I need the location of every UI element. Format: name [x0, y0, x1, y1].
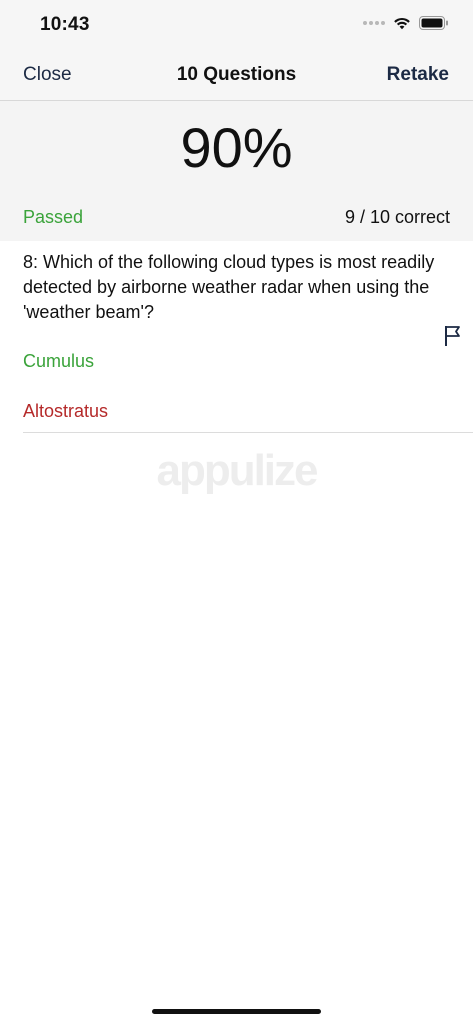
appulize-watermark: appulize [156, 446, 318, 495]
signal-icon [363, 21, 385, 25]
score-percentage: 90% [180, 116, 293, 179]
wifi-icon [394, 17, 410, 30]
quiz-results-screen: 10:43 Close 10 Questions Retake 90% Pass… [0, 0, 473, 1024]
correct-count-label: 9 / 10 correct [344, 207, 450, 227]
selected-wrong-answer: Altostratus [23, 401, 109, 421]
status-time: 10:43 [40, 14, 90, 35]
status-bar: 10:43 [0, 0, 473, 50]
status-icons [363, 16, 449, 30]
navigation-bar: Close 10 Questions Retake [0, 50, 473, 101]
home-indicator[interactable] [152, 1009, 321, 1014]
divider [23, 432, 473, 433]
question-text: 8: Which of the following cloud types is… [23, 252, 435, 322]
correct-answer: Cumulus [23, 351, 95, 371]
score-header: 90% Passed 9 / 10 correct [0, 101, 473, 241]
pass-status-label: Passed [23, 207, 84, 227]
battery-icon [419, 16, 448, 30]
retake-button[interactable]: Retake [387, 64, 449, 86]
flag-icon[interactable] [444, 325, 462, 347]
